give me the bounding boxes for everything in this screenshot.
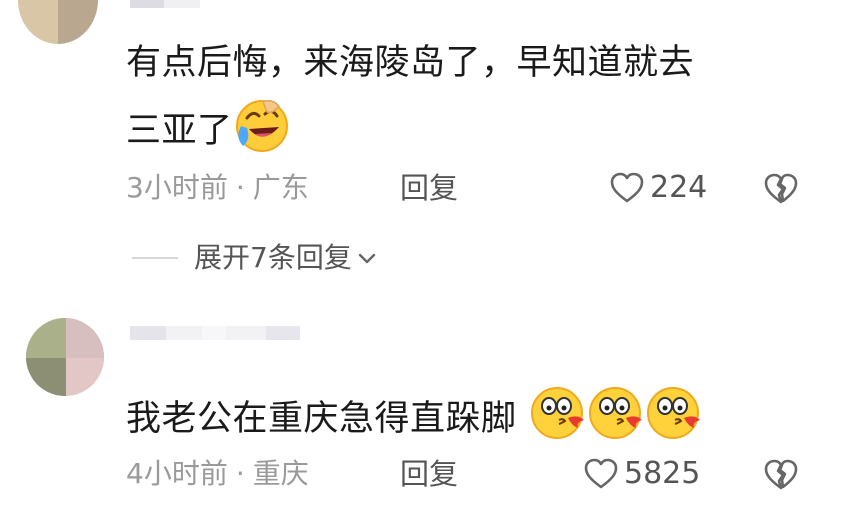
username-blurred[interactable] — [130, 0, 200, 8]
separator-dot: · — [235, 457, 245, 490]
kissing-face-emoji — [644, 384, 702, 456]
comment-time: 4小时前 — [126, 457, 228, 490]
comment-text: 我老公在重庆急得直跺脚 — [126, 384, 702, 456]
avatar[interactable] — [18, 0, 98, 44]
like-count: 224 — [650, 170, 708, 205]
reply-button[interactable]: 回复 — [400, 170, 458, 206]
avatar[interactable] — [26, 318, 104, 396]
comment-text-label: 我老公在重庆急得直跺脚 — [126, 399, 517, 439]
expand-divider-line — [132, 257, 178, 259]
rolling-laughing-tears-emoji — [233, 96, 291, 168]
username-blurred[interactable] — [130, 326, 300, 340]
comment-meta: 4小时前 · 重庆 — [126, 456, 309, 492]
comment-text-line2-label: 三亚了 — [126, 111, 233, 151]
dislike-button[interactable] — [764, 172, 798, 210]
broken-heart-icon — [764, 459, 798, 490]
kissing-face-emoji — [528, 384, 586, 456]
comment-time: 3小时前 — [126, 171, 228, 204]
like-count: 5825 — [624, 456, 701, 491]
comment-text-line2: 三亚了 — [126, 96, 291, 168]
comment-meta: 3小时前 · 广东 — [126, 170, 309, 206]
like-button[interactable]: 5825 — [584, 456, 700, 492]
kissing-face-emoji — [586, 384, 644, 456]
expand-replies-button[interactable]: 展开7条回复 — [132, 240, 378, 276]
separator-dot: · — [235, 171, 245, 204]
chevron-down-icon — [358, 253, 376, 264]
comment-text: 有点后悔，来海陵岛了，早知道就去 — [126, 43, 695, 83]
reply-button[interactable]: 回复 — [400, 456, 458, 492]
comment-location: 重庆 — [252, 457, 309, 490]
expand-replies-label: 展开7条回复 — [194, 241, 352, 274]
heart-icon — [610, 172, 644, 203]
comment-location: 广东 — [252, 171, 309, 204]
dislike-button[interactable] — [764, 458, 798, 496]
like-button[interactable]: 224 — [610, 170, 707, 206]
broken-heart-icon — [764, 173, 798, 204]
heart-icon — [584, 458, 618, 489]
